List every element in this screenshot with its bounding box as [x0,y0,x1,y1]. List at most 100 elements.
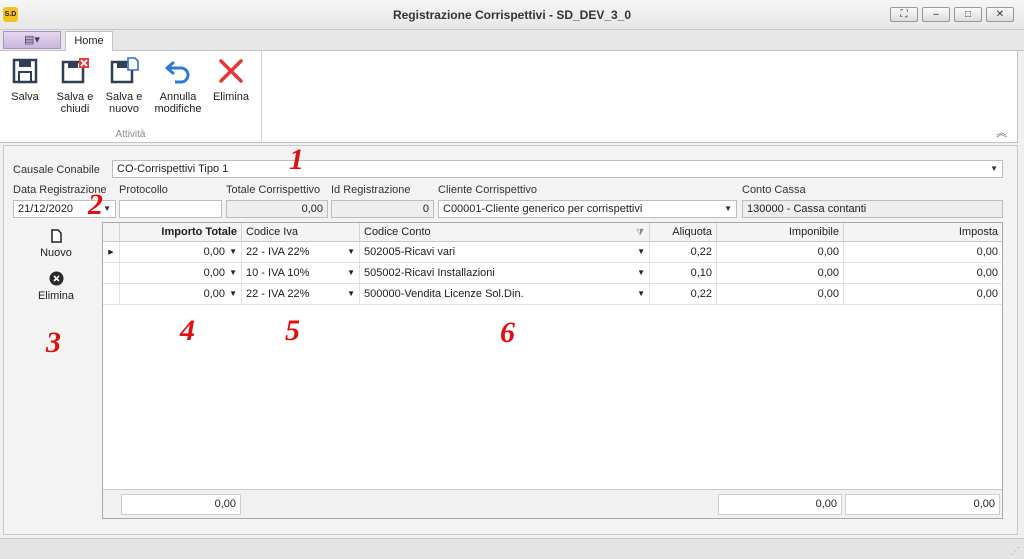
column-header-aliquota[interactable]: Aliquota [650,223,717,242]
importo-cell[interactable]: 0,00 ▼ [120,263,242,284]
save-new-label-2: nuovo [109,103,139,115]
delete-button[interactable]: Elimina [210,57,252,103]
save-icon [12,58,38,84]
imponibile-cell[interactable]: 0,00 [717,242,844,263]
column-header-imposta[interactable]: Imposta [844,223,1002,242]
undo-changes-button[interactable]: Annulla modifiche [152,57,204,115]
causale-select[interactable]: CO-Corrispettivi Tipo 1 ▼ [112,160,1003,178]
aliquota-cell: 0,22 [650,284,717,305]
importo-value: 0,00 [203,267,225,279]
add-row-button[interactable]: Nuovo [34,229,78,259]
codice-iva-cell[interactable]: 22 - IVA 22% ▼ [242,242,360,263]
importo-cell[interactable]: 0,00 ▼ [120,284,242,305]
annotation-5: 5 [285,314,300,347]
ribbon-tab-strip: ▤▾ Home [0,30,1024,52]
codice-conto-value: 505002-Ricavi Installazioni [364,267,495,279]
total-importo: 0,00 [121,494,241,515]
minimize-icon: – [933,9,939,20]
chevron-down-icon: ▼ [637,268,645,277]
codice-conto-value: 500000-Vendita Licenze Sol.Din. [364,288,524,300]
ribbon-group-label: Attività [115,129,146,140]
delete-label: Elimina [212,91,250,103]
fullscreen-icon: ⛶ [900,9,908,20]
delete-x-icon [219,59,243,83]
tab-home[interactable]: Home [65,31,113,52]
id-registrazione-field: 0 [331,200,434,218]
protocollo-label: Protocollo [119,184,168,196]
maximize-button[interactable]: □ [954,7,982,22]
column-header-importo[interactable]: Importo Totale [120,223,242,242]
importo-value: 0,00 [203,246,225,258]
codice-conto-value: 502005-Ricavi vari [364,246,456,258]
table-row[interactable]: 0,00 ▼ 22 - IVA 22% ▼ 500000-Vendita Licen… [103,284,1002,305]
codice-iva-value: 22 - IVA 22% [246,288,310,300]
row-indicator [103,263,120,284]
imponibile-cell[interactable]: 0,00 [717,284,844,305]
annotation-1: 1 [289,143,304,176]
codice-conto-header-text: Codice Conto [364,226,431,238]
close-icon: ✕ [995,9,1005,20]
causale-label: Causale Conabile [13,164,100,176]
collapse-ribbon-icon[interactable]: ︽ [996,124,1007,140]
chevron-down-icon: ▼ [229,247,237,256]
save-and-close-button[interactable]: Salva e chiudi [52,57,98,115]
undo-icon [165,60,190,84]
codice-iva-cell[interactable]: 10 - IVA 10% ▼ [242,263,360,284]
conto-cassa-field: 130000 - Cassa contanti [742,200,1003,218]
annotation-6: 6 [500,316,515,349]
save-close-icon [61,58,89,84]
column-header-codice-iva[interactable]: Codice Iva [242,223,360,242]
aliquota-cell: 0,10 [650,263,717,284]
imponibile-cell[interactable]: 0,00 [717,263,844,284]
ribbon: Salva Salva e chiudi Salva e nuovo Annul… [0,51,1018,143]
column-header-codice-conto[interactable]: Codice Conto ⧩ [360,223,650,242]
column-header-imponibile[interactable]: Imponibile [717,223,844,242]
filter-icon[interactable]: ⧩ [636,223,644,241]
undo-label-2: modifiche [154,103,202,115]
id-registrazione-label: Id Registrazione [331,184,411,196]
codice-conto-cell[interactable]: 502005-Ricavi vari ▼ [360,242,650,263]
resize-grip-icon[interactable]: ⋰ [1010,546,1020,557]
chevron-down-icon: ▼ [724,204,732,213]
chevron-down-icon: ▼ [637,289,645,298]
importo-value: 0,00 [203,288,225,300]
delete-row-label: Elimina [37,290,75,302]
codice-iva-value: 22 - IVA 22% [246,246,310,258]
codice-conto-cell[interactable]: 505002-Ricavi Installazioni ▼ [360,263,650,284]
minimize-button[interactable]: – [922,7,950,22]
application-menu-button[interactable]: ▤▾ [3,31,61,49]
save-new-label: Salva e [105,91,143,103]
chevron-down-icon: ▼ [347,268,355,277]
ribbon-group-separator [261,51,262,141]
table-row[interactable]: ▶ 0,00 ▼ 22 - IVA 22% ▼ 502005-Ricavi vari… [103,242,1002,263]
table-row[interactable]: 0,00 ▼ 10 - IVA 10% ▼ 505002-Ricavi Instal… [103,263,1002,284]
imposta-cell[interactable]: 0,00 [844,284,1002,305]
window-title: Registrazione Corrispettivi - SD_DEV_3_0 [392,8,632,22]
save-and-new-button[interactable]: Salva e nuovo [103,57,145,115]
annotation-2: 2 [88,188,103,221]
importo-cell[interactable]: 0,00 ▼ [120,242,242,263]
save-close-label: Salva e [56,91,94,103]
close-window-button[interactable]: ✕ [986,7,1014,22]
save-button[interactable]: Salva [4,57,46,103]
protocollo-field[interactable] [119,200,222,218]
cliente-corrispettivo-select[interactable]: C00001-Cliente generico per corrispettiv… [438,200,737,218]
restore-layout-button[interactable]: ⛶ [890,7,918,22]
save-label: Salva [11,91,39,103]
imposta-cell[interactable]: 0,00 [844,263,1002,284]
title-bar: S.D Registrazione Corrispettivi - SD_DEV… [0,0,1024,30]
annotation-3: 3 [46,326,61,359]
calendar-dropdown-icon: ▼ [103,204,111,213]
add-row-label: Nuovo [40,247,72,259]
delete-row-button[interactable]: Elimina [34,271,78,302]
conto-cassa-label: Conto Cassa [742,184,806,196]
save-close-label-2: chiudi [60,103,90,115]
chevron-down-icon: ▼ [229,289,237,298]
imposta-cell[interactable]: 0,00 [844,242,1002,263]
cliente-corrispettivo-value: C00001-Cliente generico per corrispettiv… [443,203,643,215]
codice-conto-cell[interactable]: 500000-Vendita Licenze Sol.Din. ▼ [360,284,650,305]
codice-iva-cell[interactable]: 22 - IVA 22% ▼ [242,284,360,305]
grid-footer-totals: 0,00 0,00 0,00 [103,489,1002,518]
app-menu-icon: ▤▾ [24,34,40,46]
delete-circle-icon [49,271,63,286]
